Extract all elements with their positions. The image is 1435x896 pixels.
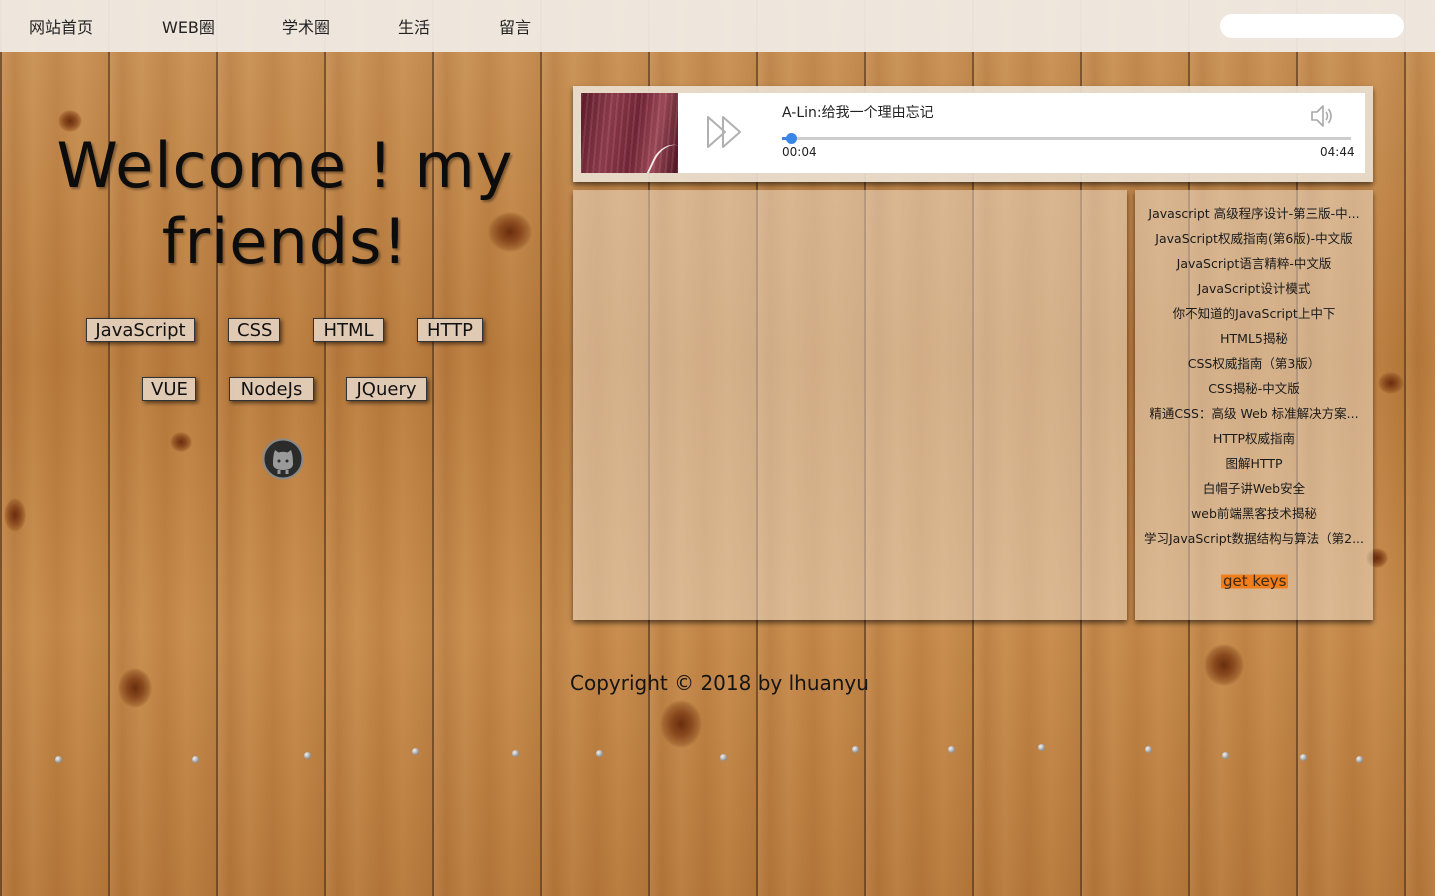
nail (948, 746, 955, 753)
search-input[interactable] (1220, 14, 1404, 38)
wood-knot (118, 668, 152, 708)
nav-item-academic[interactable]: 学术圈 (282, 14, 330, 38)
wood-knot (4, 498, 26, 532)
tag-vue[interactable]: VUE (142, 377, 196, 401)
nail (1145, 746, 1152, 753)
welcome-title: Welcome ! my friends! (40, 128, 530, 280)
nav-item-web[interactable]: WEB圈 (162, 14, 215, 38)
main-content-panel (573, 190, 1127, 620)
top-navigation-bar: 网站首页 WEB圈 学术圈 生活 留言 (0, 0, 1435, 52)
tag-css[interactable]: CSS (228, 318, 280, 342)
wood-knot (1204, 644, 1244, 686)
book-item[interactable]: JavaScript权威指南(第6版)-中文版 (1141, 229, 1367, 249)
nail (1222, 752, 1229, 759)
nail (304, 752, 311, 759)
wood-knot (660, 700, 702, 748)
nail (1038, 744, 1045, 751)
github-icon[interactable] (262, 438, 304, 480)
book-item[interactable]: 你不知道的JavaScript上中下 (1141, 304, 1367, 324)
welcome-title-line1: Welcome ! my (56, 129, 514, 202)
book-item[interactable]: CSS权威指南（第3版） (1141, 354, 1367, 374)
volume-icon[interactable] (1309, 103, 1335, 129)
nav-item-home[interactable]: 网站首页 (29, 14, 93, 38)
nail (720, 754, 727, 761)
nail (596, 750, 603, 757)
book-item[interactable]: JavaScript语言精粹-中文版 (1141, 254, 1367, 274)
tag-http[interactable]: HTTP (417, 318, 483, 342)
wood-knot (1378, 372, 1404, 394)
nail (412, 748, 419, 755)
song-title: A-Lin:给我一个理由忘记 (782, 105, 934, 121)
album-cover (581, 93, 678, 173)
book-item[interactable]: HTML5揭秘 (1141, 329, 1367, 349)
wood-knot (170, 432, 192, 452)
book-item[interactable]: CSS揭秘-中文版 (1141, 379, 1367, 399)
tag-html[interactable]: HTML (313, 318, 384, 342)
book-item[interactable]: 精通CSS：高级 Web 标准解决方案... (1141, 404, 1367, 424)
tag-jquery[interactable]: JQuery (346, 377, 427, 401)
play-icon[interactable] (705, 113, 743, 151)
nav-item-guestbook[interactable]: 留言 (499, 14, 531, 38)
total-time: 04:44 (1320, 145, 1355, 159)
current-time: 00:04 (782, 145, 817, 159)
copyright-text: Copyright © 2018 by lhuanyu (570, 671, 869, 695)
nail (1300, 754, 1307, 761)
get-keys-button[interactable]: get keys (1221, 570, 1289, 592)
book-item[interactable]: 白帽子讲Web安全 (1141, 479, 1367, 499)
nav-item-life[interactable]: 生活 (398, 14, 430, 38)
nail (55, 756, 62, 763)
nail (512, 750, 519, 757)
progress-bar[interactable] (782, 133, 1351, 144)
tag-javascript[interactable]: JavaScript (86, 318, 195, 342)
book-item[interactable]: 图解HTTP (1141, 454, 1367, 474)
nail (1356, 756, 1363, 763)
nail (192, 756, 199, 763)
music-player: A-Lin:给我一个理由忘记 00:04 04:44 (581, 93, 1365, 173)
book-item[interactable]: web前端黑客技术揭秘 (1141, 504, 1367, 524)
tag-nodejs[interactable]: NodeJs (229, 377, 314, 401)
welcome-title-line2: friends! (161, 205, 409, 278)
progress-thumb[interactable] (785, 133, 797, 144)
book-item[interactable]: Javascript 高级程序设计-第三版-中... (1141, 204, 1367, 224)
nail (852, 746, 859, 753)
book-item[interactable]: 学习JavaScript数据结构与算法（第2... (1141, 529, 1367, 549)
book-list-panel: Javascript 高级程序设计-第三版-中... JavaScript权威指… (1135, 190, 1373, 620)
book-item[interactable]: JavaScript设计模式 (1141, 279, 1367, 299)
book-item[interactable]: HTTP权威指南 (1141, 429, 1367, 449)
